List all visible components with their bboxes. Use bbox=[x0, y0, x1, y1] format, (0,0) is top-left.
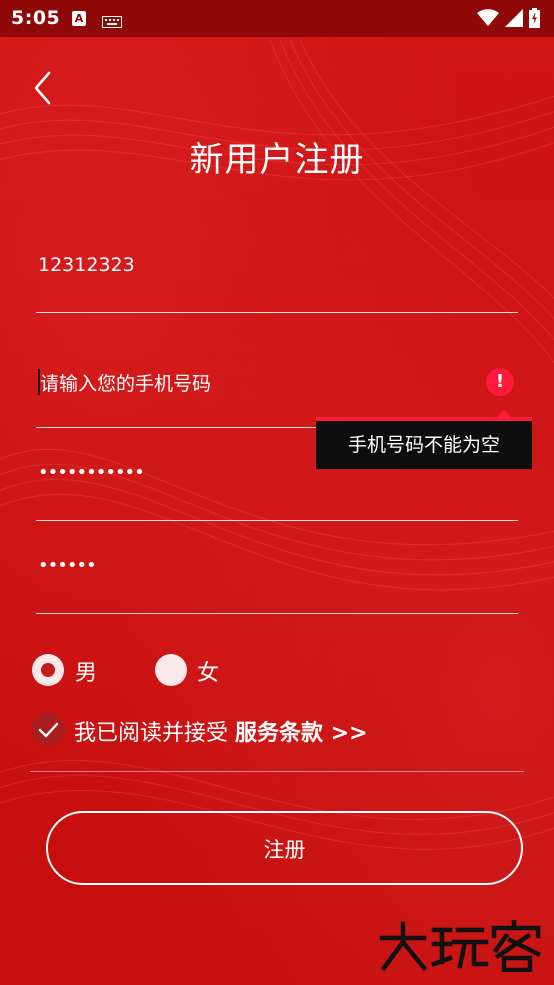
agree-checkbox[interactable] bbox=[32, 713, 65, 746]
radio-male-label[interactable]: 男 bbox=[75, 655, 97, 687]
watermark-logo bbox=[378, 919, 546, 973]
status-right-icons bbox=[477, 8, 540, 32]
status-time: 5:05 bbox=[11, 7, 61, 29]
keyboard-icon bbox=[102, 13, 122, 32]
username-underline bbox=[36, 312, 518, 313]
divider bbox=[30, 771, 524, 772]
error-tooltip: 手机号码不能为空 bbox=[316, 410, 532, 470]
check-icon bbox=[38, 722, 59, 738]
username-value[interactable]: 12312323 bbox=[38, 254, 135, 276]
terms-link[interactable]: 服务条款 >> bbox=[235, 721, 368, 746]
battery-icon bbox=[529, 8, 540, 32]
status-bar: 5:05 A bbox=[0, 0, 554, 37]
signal-icon bbox=[505, 9, 523, 31]
wifi-icon bbox=[477, 9, 499, 31]
notification-a-icon: A bbox=[72, 11, 86, 26]
back-arrow-icon bbox=[34, 71, 51, 105]
confirm-password-mask[interactable]: •••••• bbox=[38, 555, 97, 576]
password-underline bbox=[36, 520, 518, 521]
radio-female-label[interactable]: 女 bbox=[197, 655, 219, 687]
confirm-password-underline bbox=[36, 613, 518, 614]
phone-placeholder[interactable]: 请输入您的手机号码 bbox=[40, 369, 211, 396]
radio-male[interactable] bbox=[32, 654, 64, 686]
tooltip-message: 手机号码不能为空 bbox=[316, 421, 532, 469]
agreement-prefix: 我已阅读并接受 bbox=[74, 721, 235, 746]
page-title: 新用户注册 bbox=[189, 140, 365, 180]
back-button[interactable] bbox=[26, 66, 60, 110]
password-mask[interactable]: ••••••••••• bbox=[38, 462, 145, 483]
agreement-text: 我已阅读并接受 服务条款 >> bbox=[74, 715, 368, 747]
error-icon[interactable]: ! bbox=[486, 368, 514, 396]
register-button[interactable]: 注册 bbox=[46, 811, 523, 885]
radio-female[interactable] bbox=[155, 654, 187, 686]
